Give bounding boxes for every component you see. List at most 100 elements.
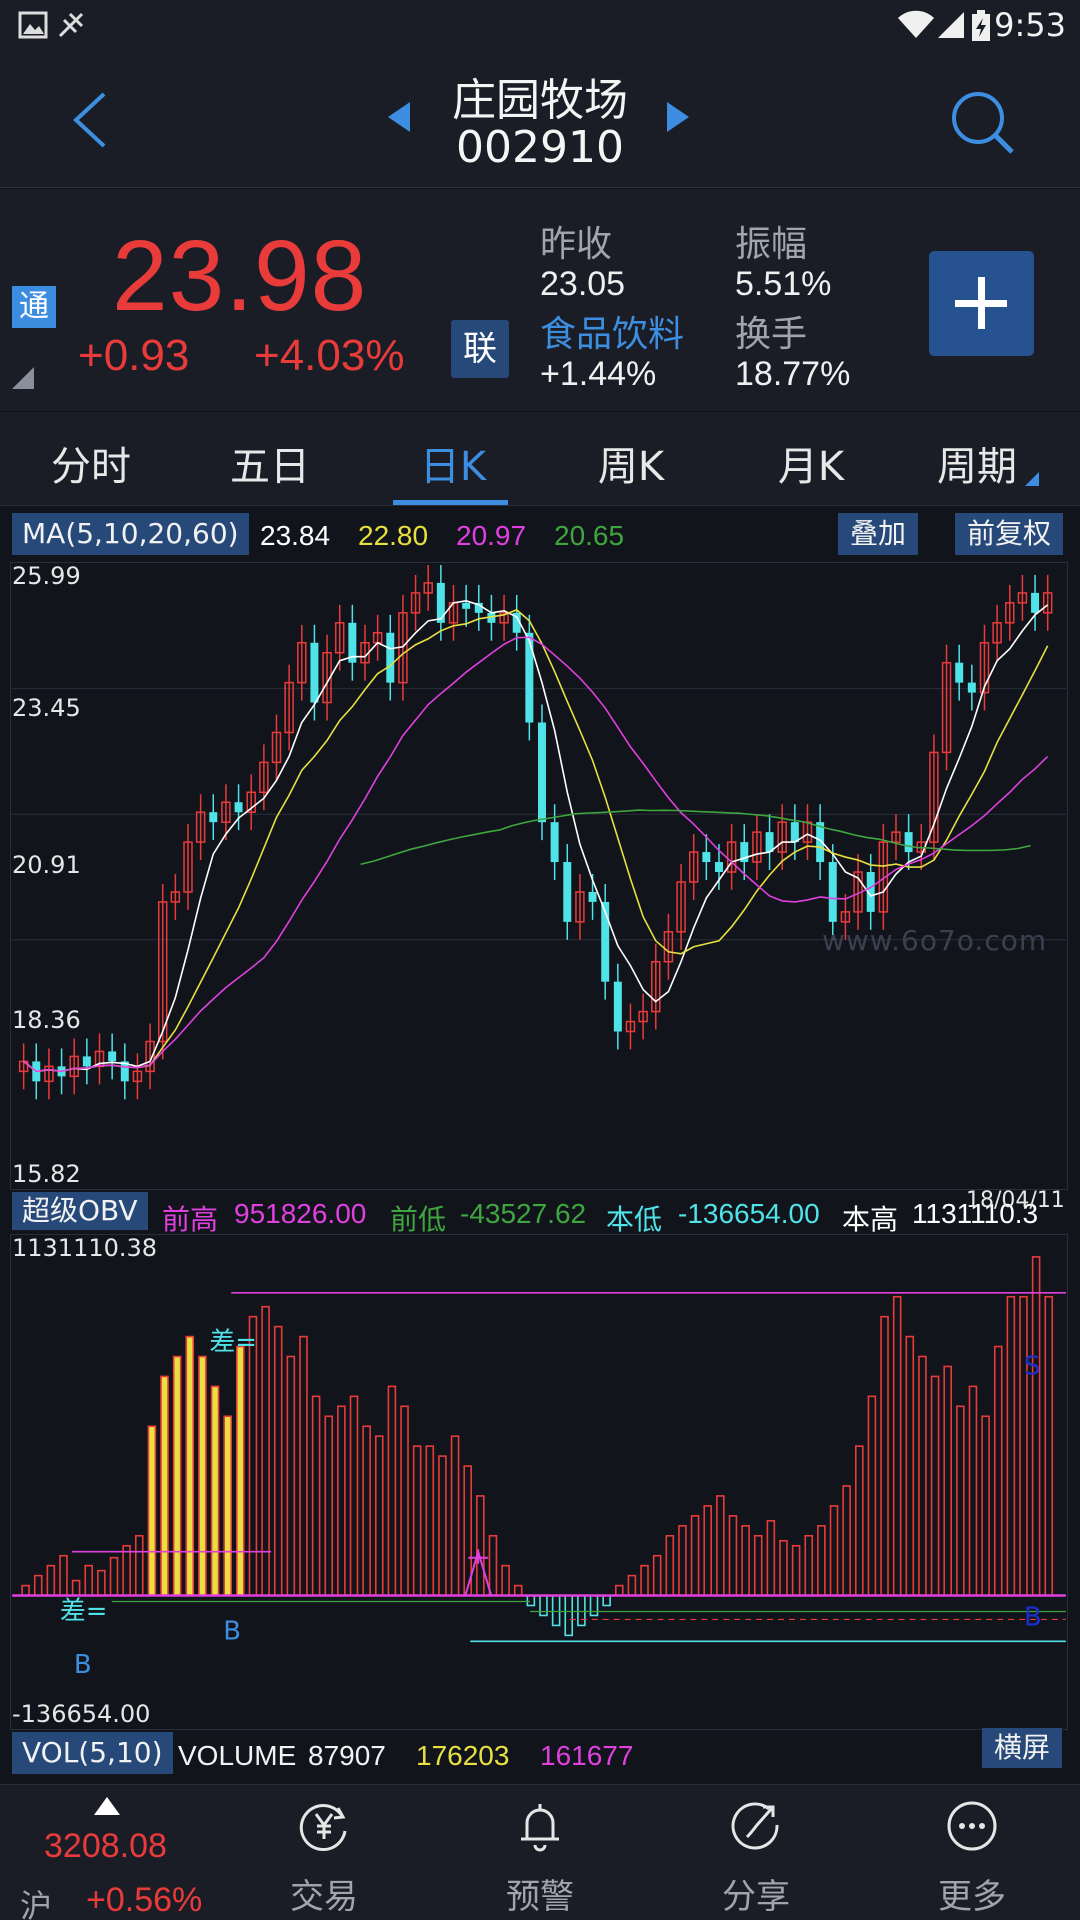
search-icon[interactable]	[948, 88, 1018, 158]
nav-trade-label: 交易	[290, 1877, 358, 1917]
obv-bar	[33, 1574, 43, 1597]
obv-bar	[160, 1375, 169, 1597]
obv-label[interactable]: 超级OBV	[12, 1192, 148, 1230]
next-stock-arrow-icon[interactable]	[665, 100, 691, 134]
y-tick-bottom: 15.82	[12, 1160, 81, 1188]
obv-bar	[918, 1355, 927, 1597]
quote-panel: 通 23.98 +0.93 +4.03% 联 昨收 23.05 食品饮料 +1.…	[0, 189, 1080, 411]
index-name: 沪	[20, 1887, 53, 1920]
candle-body	[828, 862, 837, 922]
obv-bar	[627, 1574, 637, 1597]
ma-lines	[23, 600, 1049, 1073]
obv-bar	[147, 1425, 157, 1597]
obv-bar	[968, 1385, 978, 1597]
tong-badge[interactable]: 通	[12, 286, 56, 328]
ma5-value: 23.84	[260, 520, 331, 551]
candlestick-chart[interactable]	[10, 562, 1068, 1190]
tab-five-day[interactable]: 五日	[195, 434, 345, 492]
obv-date: 18/04/11	[966, 1188, 1065, 1213]
obv-mark-cha-1: 差=	[209, 1328, 257, 1358]
tab-intraday[interactable]: 分时	[16, 434, 166, 492]
prev-high-label: 前高	[162, 1204, 219, 1235]
obv-bar	[46, 1564, 56, 1597]
vol-label[interactable]: VOL(5,10)	[12, 1732, 173, 1774]
tab-weekly-k[interactable]: 周K	[556, 434, 706, 492]
obv-bar	[791, 1544, 801, 1597]
obv-bar	[817, 1525, 826, 1597]
price-change-percent: +4.03%	[254, 331, 405, 380]
nav-more[interactable]: 更多	[882, 1785, 1062, 1920]
cur-low-label: 本低	[606, 1204, 663, 1235]
period-dropdown-icon	[1025, 472, 1039, 486]
obv-max-label: 1131110.38	[12, 1234, 158, 1262]
obv-bar	[236, 1345, 245, 1597]
adjust-button[interactable]: 前复权	[955, 513, 1064, 555]
obv-chart[interactable]: 差= 差= B B B S	[10, 1234, 1068, 1730]
current-price: 23.98	[112, 220, 368, 332]
lian-badge[interactable]: 联	[451, 320, 509, 378]
obv-bar	[690, 1515, 700, 1597]
obv-bar	[614, 1584, 624, 1597]
tab-daily-k[interactable]: 日K	[378, 434, 528, 492]
y-tick-top: 25.99	[12, 562, 81, 590]
sector-change: +1.44%	[540, 355, 657, 393]
candle-body	[967, 682, 976, 693]
obv-bar	[766, 1520, 776, 1597]
bell-icon	[521, 1804, 559, 1852]
image-notification-icon	[18, 11, 48, 39]
obv-bar	[513, 1584, 523, 1597]
candle-body	[550, 822, 559, 863]
add-watchlist-button[interactable]	[929, 251, 1034, 356]
obv-bar	[779, 1539, 788, 1597]
ma-indicator-bar: MA(5,10,20,60) 23.84 22.80 20.97 20.65 叠…	[0, 508, 1080, 560]
landscape-button[interactable]: 横屏	[982, 1728, 1063, 1768]
tab-monthly-k[interactable]: 月K	[736, 434, 886, 492]
ma20-value: 20.97	[456, 520, 527, 551]
obv-bar	[854, 1445, 864, 1597]
obv-bar	[488, 1534, 498, 1597]
candle-body	[108, 1051, 117, 1062]
stock-name: 庄园牧场	[452, 75, 628, 126]
obv-bar	[981, 1415, 990, 1597]
ma10-line	[23, 608, 1049, 1073]
prev-high-value: 951826.00	[234, 1198, 367, 1229]
obv-bar	[59, 1554, 68, 1597]
watermark: www.6o7o.com	[822, 924, 1048, 957]
obv-bar	[210, 1385, 220, 1597]
obv-bar	[387, 1385, 397, 1597]
obv-bar	[134, 1534, 144, 1597]
obv-bar	[1031, 1256, 1041, 1597]
obv-indicator-bar: 超级OBV 前高 951826.00 前低 -43527.62 本低 -1366…	[0, 1190, 1080, 1235]
obv-bar	[349, 1395, 359, 1597]
obv-bar	[109, 1556, 119, 1597]
obv-bar	[248, 1315, 258, 1597]
sector-link[interactable]: 食品饮料	[540, 305, 684, 357]
cur-high-label: 本高	[842, 1204, 899, 1235]
vol-ma5-value: 176203	[416, 1740, 510, 1771]
obv-bar	[589, 1594, 599, 1617]
obv-bar	[374, 1435, 384, 1597]
ma10-value: 22.80	[358, 520, 429, 551]
obv-bar	[829, 1505, 839, 1597]
nav-share[interactable]: 分享	[666, 1785, 846, 1920]
ma5-line	[23, 600, 1049, 1073]
ma-label[interactable]: MA(5,10,20,60)	[12, 513, 249, 555]
more-dots-icon	[947, 1801, 997, 1851]
nav-alert[interactable]: 预警	[450, 1785, 630, 1920]
obv-bar	[476, 1495, 485, 1597]
wifi-icon	[898, 10, 934, 39]
volume-indicator-bar: VOL(5,10) VOLUME 87907 176203 161677	[0, 1726, 1080, 1778]
candle-body	[790, 822, 799, 843]
stock-code: 002910	[456, 122, 624, 173]
overlay-button[interactable]: 叠加	[838, 513, 919, 555]
nav-trade[interactable]: 交易	[234, 1785, 414, 1920]
nav-share-label: 分享	[722, 1877, 790, 1917]
index-ticker[interactable]: 3208.08 沪 +0.56%	[0, 1785, 215, 1920]
obv-bar	[425, 1445, 435, 1597]
obv-bar	[943, 1365, 952, 1597]
obv-bar	[286, 1355, 296, 1597]
obv-bar	[172, 1355, 182, 1597]
corner-triangle-icon	[12, 367, 34, 389]
obv-bar	[728, 1515, 738, 1597]
obv-bar	[741, 1525, 750, 1597]
